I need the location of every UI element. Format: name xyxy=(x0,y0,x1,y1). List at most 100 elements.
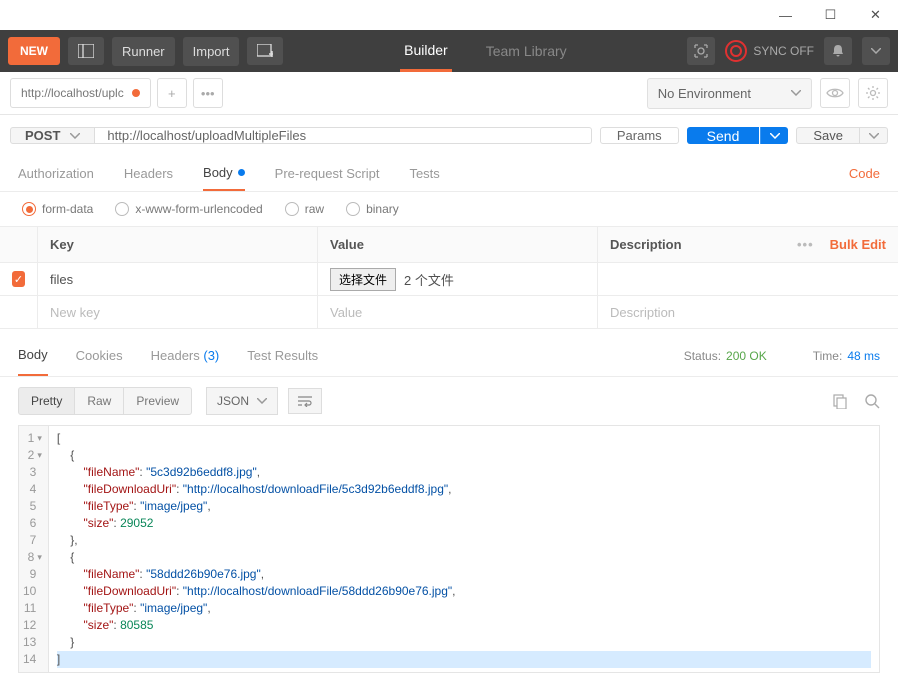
send-button[interactable]: Send xyxy=(687,127,760,144)
desc-cell[interactable] xyxy=(598,263,898,295)
env-quicklook-button[interactable] xyxy=(820,78,850,108)
copy-response-button[interactable] xyxy=(832,393,848,409)
http-method-select[interactable]: POST xyxy=(10,127,95,144)
new-tab-button[interactable] xyxy=(247,37,283,65)
notifications-button[interactable] xyxy=(824,37,852,65)
chevron-down-icon xyxy=(70,133,80,139)
window-close[interactable]: ✕ xyxy=(853,0,898,30)
window-maximize[interactable]: ☐ xyxy=(808,0,853,30)
response-status: Status: 200 OK xyxy=(684,349,767,363)
add-tab-button[interactable]: + xyxy=(157,78,187,108)
chevron-down-icon xyxy=(770,133,780,139)
chevron-down-icon xyxy=(869,133,879,139)
request-tab-1[interactable]: http://localhost/uplc xyxy=(10,78,151,108)
import-button[interactable]: Import xyxy=(183,37,240,66)
view-preview[interactable]: Preview xyxy=(123,387,192,415)
view-pretty[interactable]: Pretty xyxy=(18,387,75,415)
table-row: ✓ files 选择文件 2 个文件 xyxy=(0,263,898,296)
tab-body-label: Body xyxy=(203,165,233,180)
http-method-label: POST xyxy=(25,128,60,143)
radio-urlencoded[interactable]: x-www-form-urlencoded xyxy=(115,202,262,216)
main-toolbar: NEW Runner Import Builder Team Library S… xyxy=(0,30,898,72)
time-value: 48 ms xyxy=(847,349,880,363)
radio-raw[interactable]: raw xyxy=(285,202,324,216)
toggle-sidebar-button[interactable] xyxy=(68,37,104,65)
eye-icon xyxy=(826,87,844,99)
response-body-viewer[interactable]: 1 ▾ 2 ▾ 3 4 5 6 7 8 ▾ 9 10 11 12 13 14 [… xyxy=(18,425,880,673)
search-response-button[interactable] xyxy=(864,393,880,409)
tab-body[interactable]: Body xyxy=(203,156,245,191)
radio-icon xyxy=(115,202,129,216)
wrap-lines-button[interactable] xyxy=(288,388,322,414)
new-desc-input[interactable]: Description xyxy=(598,296,898,328)
line-gutter: 1 ▾ 2 ▾ 3 4 5 6 7 8 ▾ 9 10 11 12 13 14 xyxy=(19,426,49,672)
sidebar-toggle-icon xyxy=(78,44,94,58)
view-raw[interactable]: Raw xyxy=(74,387,124,415)
new-window-icon xyxy=(257,44,273,58)
sync-label: SYNC OFF xyxy=(753,44,814,58)
chevron-down-icon xyxy=(257,398,267,404)
send-options-button[interactable] xyxy=(760,127,788,144)
request-url-bar: POST http://localhost/uploadMultipleFile… xyxy=(0,115,898,156)
params-button[interactable]: Params xyxy=(600,127,679,144)
col-key: Key xyxy=(38,227,318,262)
save-options-button[interactable] xyxy=(860,127,888,144)
radio-form-data[interactable]: form-data xyxy=(22,202,93,216)
tab-builder[interactable]: Builder xyxy=(400,30,452,72)
unsaved-dot-icon xyxy=(132,89,140,97)
env-settings-button[interactable] xyxy=(858,78,888,108)
form-data-table: Key Value Description ••• Bulk Edit ✓ fi… xyxy=(0,226,898,329)
response-tabs: Body Cookies Headers (3) Test Results St… xyxy=(0,335,898,377)
col-description: Description xyxy=(610,237,682,252)
save-button[interactable]: Save xyxy=(796,127,860,144)
choose-file-button[interactable]: 选择文件 xyxy=(330,268,396,291)
runner-button[interactable]: Runner xyxy=(112,37,175,66)
tab-tests[interactable]: Tests xyxy=(409,156,439,191)
tab-response-tests[interactable]: Test Results xyxy=(247,335,318,376)
new-key-input[interactable]: New key xyxy=(38,296,318,328)
bell-icon xyxy=(831,44,845,58)
status-label: Status: xyxy=(684,349,721,363)
capture-icon-button[interactable] xyxy=(687,37,715,65)
request-tabs-bar: http://localhost/uplc + ••• No Environme… xyxy=(0,72,898,115)
tab-prerequest[interactable]: Pre-request Script xyxy=(275,156,380,191)
bulk-edit-link[interactable]: Bulk Edit xyxy=(830,237,886,252)
tab-authorization[interactable]: Authorization xyxy=(18,156,94,191)
environment-select[interactable]: No Environment xyxy=(647,78,812,109)
key-cell[interactable]: files xyxy=(38,263,318,295)
capture-icon xyxy=(693,43,709,59)
request-tab-label: http://localhost/uplc xyxy=(21,86,124,100)
value-cell[interactable]: 选择文件 2 个文件 xyxy=(318,263,598,295)
gear-icon xyxy=(865,85,881,101)
table-row-new: New key Value Description xyxy=(0,296,898,329)
file-count-label: 2 个文件 xyxy=(404,270,454,289)
tab-team-library[interactable]: Team Library xyxy=(482,30,571,72)
column-options-icon[interactable]: ••• xyxy=(797,237,814,252)
tab-response-cookies[interactable]: Cookies xyxy=(76,335,123,376)
status-value: 200 OK xyxy=(726,349,767,363)
wrap-icon xyxy=(297,395,313,407)
tab-options-button[interactable]: ••• xyxy=(193,78,223,108)
sync-status[interactable]: SYNC OFF xyxy=(725,40,814,62)
format-label: JSON xyxy=(217,394,249,408)
url-input[interactable]: http://localhost/uploadMultipleFiles xyxy=(95,127,591,144)
radio-icon xyxy=(346,202,360,216)
time-label: Time: xyxy=(813,349,843,363)
radio-binary[interactable]: binary xyxy=(346,202,399,216)
new-button[interactable]: NEW xyxy=(8,37,60,65)
window-titlebar: — ☐ ✕ xyxy=(0,0,898,30)
tab-response-headers[interactable]: Headers (3) xyxy=(151,335,220,376)
format-select[interactable]: JSON xyxy=(206,387,278,415)
new-value-input[interactable]: Value xyxy=(318,296,598,328)
radio-icon xyxy=(22,202,36,216)
window-minimize[interactable]: — xyxy=(763,0,808,30)
radio-label: x-www-form-urlencoded xyxy=(135,202,262,216)
radio-icon xyxy=(285,202,299,216)
user-menu-button[interactable] xyxy=(862,37,890,65)
radio-label: form-data xyxy=(42,202,93,216)
tab-headers[interactable]: Headers xyxy=(124,156,173,191)
row-checkbox[interactable]: ✓ xyxy=(12,271,25,287)
copy-icon xyxy=(832,393,848,409)
tab-response-body[interactable]: Body xyxy=(18,335,48,376)
code-link[interactable]: Code xyxy=(849,166,880,181)
